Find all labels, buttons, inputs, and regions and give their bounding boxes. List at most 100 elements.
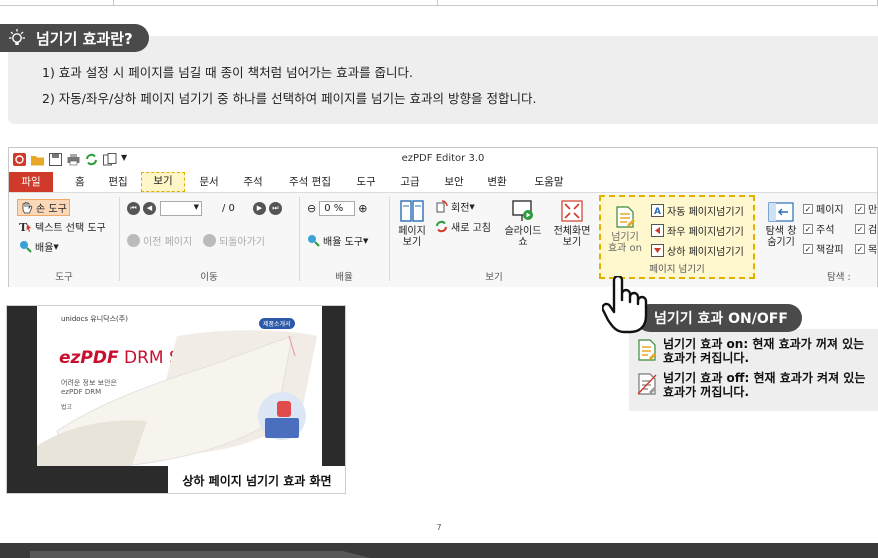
zoom-value-input[interactable]: 0 % <box>319 201 356 216</box>
text-select-label: 텍스트 선택 도구 <box>35 223 106 234</box>
tab-document[interactable]: 문서 <box>193 172 225 192</box>
checkbox-icon: ✓ <box>855 223 865 234</box>
fullscreen-label: 전체화면 보기 <box>553 226 591 248</box>
nav-window-icon <box>768 202 794 222</box>
slideshow-icon <box>512 200 533 221</box>
zoom-out-icon[interactable]: ⊖ <box>307 202 316 215</box>
last-page-icon[interactable]: ⏭ <box>268 202 282 215</box>
checkbox-icon: ✓ <box>803 223 813 234</box>
flip-off-icon <box>637 373 657 395</box>
group-label-nav: 탐색 : <box>827 272 851 283</box>
tab-help[interactable]: 도움말 <box>527 172 571 192</box>
ribbon-body: 손 도구 T 텍스트 선택 도구 배율 ▼ 도구 ⏮ ◀ ▼ / 0 ▶ ⏭ 이… <box>9 192 877 287</box>
flip-on-icon <box>637 339 657 361</box>
refresh-arrows-icon <box>435 220 448 233</box>
check-extra-2-label: 검 <box>868 225 878 236</box>
flip-on-text-2: 효과가 켜집니다. <box>663 351 750 365</box>
check-bookmark[interactable]: ✓ 책갈피 <box>803 241 844 256</box>
rotate-label: 회전 <box>451 203 470 214</box>
nav-window-button[interactable]: 탐색 창 숨기기 <box>761 201 801 248</box>
check-extra-3[interactable]: ✓ 목 <box>855 241 877 256</box>
zoom-row: ⊖ 0 % ⊕ <box>307 201 367 216</box>
hand-icon <box>20 201 33 214</box>
refresh-label: 새로 고침 <box>451 223 491 234</box>
tab-view[interactable]: 보기 <box>141 172 185 192</box>
screenshot-caption: 상하 페이지 넘기기 효과 화면 <box>168 466 345 493</box>
tab-security[interactable]: 보안 <box>439 172 469 192</box>
ud-flip-icon <box>651 244 664 257</box>
text-select-tool-button[interactable]: T 텍스트 선택 도구 <box>19 219 106 234</box>
lightbulb-icon <box>6 27 28 49</box>
auto-flip-button[interactable]: A 자동 페이지넘기기 <box>651 203 744 218</box>
window-title: ezPDF Editor 3.0 <box>401 153 485 164</box>
description-line-1: 1) 효과 설정 시 페이지를 넘길 때 종이 책처럼 넘어가는 효과를 줍니다… <box>42 65 414 80</box>
lr-flip-icon <box>651 224 664 237</box>
check-annotation[interactable]: ✓ 주석 <box>803 221 834 236</box>
lr-flip-button[interactable]: 좌우 페이지넘기기 <box>651 223 744 238</box>
tab-edit[interactable]: 편집 <box>103 172 133 192</box>
nav-window-label: 탐색 창 숨기기 <box>765 226 797 248</box>
hand-pointer-icon <box>602 276 648 334</box>
forward-arrow-icon <box>203 234 216 247</box>
check-extra-3-label: 목 <box>868 245 878 256</box>
checkbox-icon: ✓ <box>803 203 813 214</box>
flip-on-row: 넘기기 효과 on: 현재 효과가 꺼져 있는 효과가 켜집니다. <box>637 337 864 365</box>
section-title: 넘기기 효과란? <box>0 24 149 52</box>
go-back-label: 되돌아가기 <box>219 237 265 248</box>
tab-annotation-edit[interactable]: 주석 편집 <box>282 172 338 192</box>
page-nav-row: ⏮ ◀ ▼ / 0 ▶ ⏭ <box>127 201 282 216</box>
tab-home[interactable]: 홈 <box>65 172 95 192</box>
prev-view-button[interactable]: 이전 페이지 <box>127 233 192 248</box>
slideshow-button[interactable]: 슬라이드 쇼 <box>501 199 545 248</box>
zoom-label: 배율 <box>35 243 54 254</box>
group-label-view: 보기 <box>485 272 503 283</box>
fullscreen-icon <box>561 200 583 222</box>
page-flip-group: 넘기기 효과 on A 자동 페이지넘기기 좌우 페이지넘기기 상하 페이지넘기… <box>599 195 755 279</box>
fullscreen-button[interactable]: 전체화면 보기 <box>549 199 595 248</box>
flip-info-box: 넘기기 효과 on: 현재 효과가 꺼져 있는 효과가 켜집니다. 넘기기 효과 … <box>629 329 878 411</box>
tab-convert[interactable]: 변환 <box>482 172 512 192</box>
checkbox-icon: ✓ <box>855 203 865 214</box>
back-arrow-icon <box>127 234 140 247</box>
check-extra-1-label: 만 <box>868 205 878 216</box>
hand-tool-button[interactable]: 손 도구 <box>17 199 70 216</box>
page-curl-illustration <box>37 330 317 466</box>
hand-tool-label: 손 도구 <box>36 204 67 215</box>
section-title-text: 넘기기 효과란? <box>36 29 133 48</box>
flip-callout-title: 넘기기 효과 ON/OFF <box>636 304 802 332</box>
document-page: unidocs 유니닥스(주) 제품소개서 ezPDF DRM Servi 어려… <box>37 306 322 466</box>
svg-text:T: T <box>19 221 28 233</box>
refresh-button[interactable]: 새로 고침 <box>435 219 491 234</box>
rotate-button[interactable]: 회전 ▼ <box>435 199 475 214</box>
check-page[interactable]: ✓ 페이지 <box>803 201 844 216</box>
group-label-tools: 도구 <box>55 272 73 283</box>
flip-page-icon <box>616 206 635 228</box>
tab-file[interactable]: 파일 <box>9 172 53 192</box>
flip-effect-on-button[interactable]: 넘기기 효과 on <box>605 205 645 254</box>
first-page-icon[interactable]: ⏮ <box>127 202 140 215</box>
next-page-icon[interactable]: ▶ <box>252 202 266 215</box>
table-remnant <box>0 0 878 6</box>
go-back-button[interactable]: 되돌아가기 <box>203 233 265 248</box>
check-extra-2[interactable]: ✓ 검 <box>855 221 877 236</box>
footer-highlight <box>30 551 370 558</box>
check-extra-1[interactable]: ✓ 만 <box>855 201 877 216</box>
footer-bar <box>0 543 878 558</box>
zoom-tool-button[interactable]: 배율 도구 ▼ <box>307 233 368 248</box>
page-number-input[interactable]: ▼ <box>160 201 202 216</box>
tab-tools[interactable]: 도구 <box>351 172 381 192</box>
text-cursor-icon: T <box>19 220 32 234</box>
tab-annotation[interactable]: 주석 <box>237 172 269 192</box>
lr-flip-label: 좌우 페이지넘기기 <box>667 227 744 238</box>
flip-effect-on-label: 넘기기 효과 on <box>607 232 643 254</box>
group-label-zoom: 배율 <box>335 272 353 283</box>
zoom-in-icon[interactable]: ⊕ <box>358 202 367 215</box>
app-window: ▼ ezPDF Editor 3.0 파일 홈 편집 보기 문서 주석 주석 편… <box>8 147 878 287</box>
prev-page-icon[interactable]: ◀ <box>143 202 156 215</box>
page-view-button[interactable]: 페이지 보기 <box>395 199 429 248</box>
zoom-dropdown-button[interactable]: 배율 ▼ <box>19 239 59 254</box>
flip-on-text-1: 넘기기 효과 on: 현재 효과가 꺼져 있는 <box>663 337 865 351</box>
tab-advanced[interactable]: 고급 <box>395 172 425 192</box>
ud-flip-button[interactable]: 상하 페이지넘기기 <box>651 243 744 258</box>
ribbon-tabs: 파일 홈 편집 보기 문서 주석 주석 편집 도구 고급 보안 변환 도움말 <box>9 172 877 192</box>
